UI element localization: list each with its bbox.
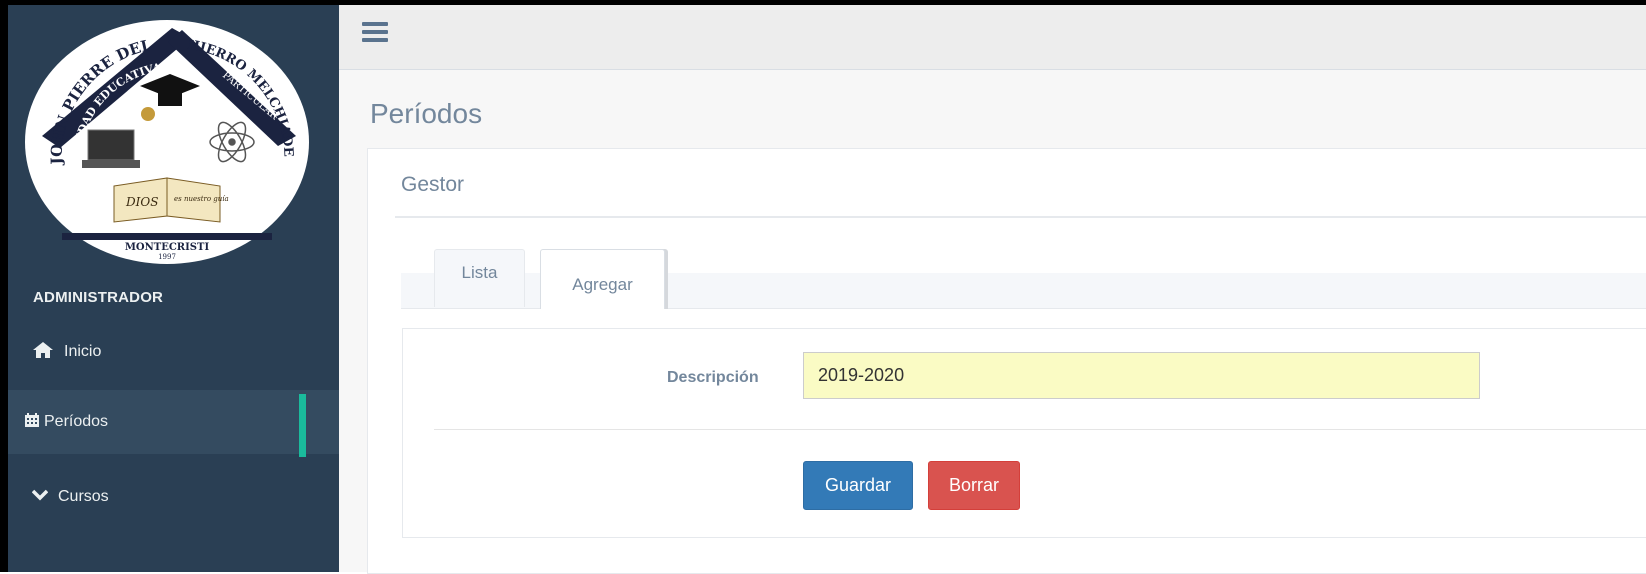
description-input[interactable]	[803, 352, 1480, 399]
page-title: Períodos	[370, 98, 483, 129]
clear-button[interactable]: Borrar	[928, 461, 1020, 510]
tab-lista[interactable]: Lista	[434, 249, 525, 307]
chevron-down-icon	[31, 488, 49, 506]
gestor-panel: Gestor Lista Agregar Descripción Guardar…	[367, 148, 1646, 574]
top-nav-bar	[339, 5, 1646, 70]
save-button[interactable]: Guardar	[803, 461, 913, 510]
laptop-icon	[82, 129, 140, 168]
panel-divider	[395, 216, 1646, 218]
panel-title: Gestor	[401, 173, 465, 196]
user-role-label: ADMINISTRADOR	[33, 289, 164, 306]
sidebar-item-inicio[interactable]: Inicio	[8, 320, 363, 384]
active-indicator	[299, 394, 306, 457]
description-label: Descripción	[667, 369, 759, 386]
tab-label: Lista	[461, 262, 498, 282]
hamburger-icon[interactable]	[362, 22, 388, 44]
form-divider	[434, 429, 1646, 430]
book-icon: DIOS es nuestro guía	[113, 177, 229, 223]
sidebar-item-periodos[interactable]: Períodos	[8, 390, 355, 457]
app-window: UNIDAD EDUCATIVA JOHN PIERRE DEL HIERRO …	[0, 0, 1646, 574]
logo-ribbon: MONTECRISTI	[125, 242, 210, 253]
sidebar-item-label: Períodos	[44, 413, 109, 430]
calendar-icon	[24, 412, 40, 433]
tab-label: Agregar	[572, 274, 633, 294]
logo-year: 1997	[158, 253, 176, 261]
sidebar: UNIDAD EDUCATIVA JOHN PIERRE DEL HIERRO …	[8, 5, 355, 572]
svg-text:es nuestro guía: es nuestro guía	[174, 195, 229, 203]
school-logo: UNIDAD EDUCATIVA JOHN PIERRE DEL HIERRO …	[25, 20, 309, 264]
sidebar-item-label: Inicio	[64, 343, 102, 360]
main-content: Períodos Gestor Lista Agregar Descripció…	[339, 70, 1646, 574]
tab-agregar[interactable]: Agregar	[540, 249, 665, 309]
sidebar-item-cursos[interactable]: Cursos	[8, 465, 363, 529]
home-icon	[32, 341, 54, 364]
svg-text:DIOS: DIOS	[125, 195, 158, 209]
sidebar-item-label: Cursos	[58, 488, 109, 505]
add-period-form: Descripción Guardar Borrar	[402, 328, 1646, 538]
window-left-edge	[0, 0, 8, 572]
